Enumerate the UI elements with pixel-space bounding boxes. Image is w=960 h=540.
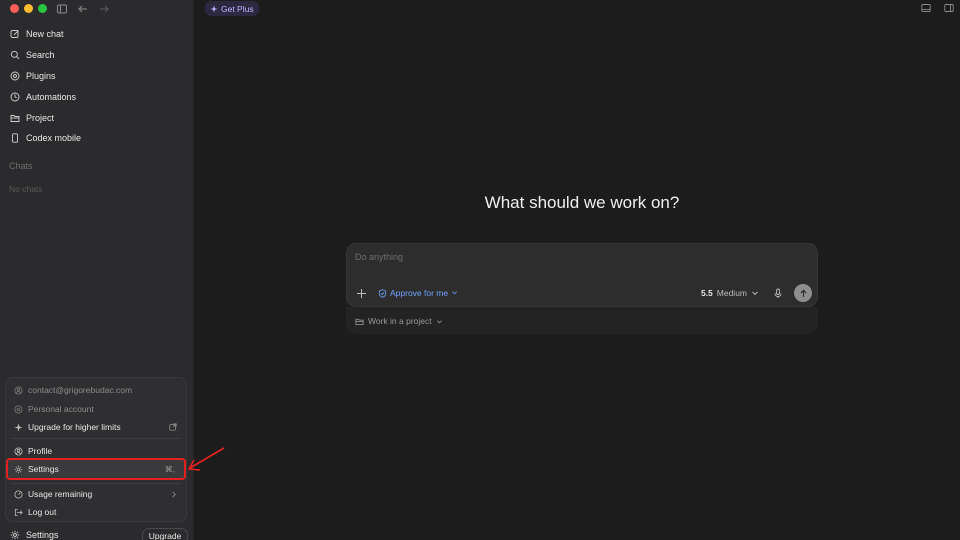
folder-icon [355,317,364,326]
sidebar-item-label: Plugins [26,70,56,81]
approval-mode-select[interactable]: Approve for me [378,288,460,298]
gear-icon [14,465,23,474]
gear-icon [10,530,20,540]
account-email: contact@grigorebudac.com [28,385,133,395]
annotation-arrow-icon [187,447,225,471]
toggle-sidebar-icon[interactable] [56,3,68,15]
window-toolbar [921,3,954,13]
project-select[interactable]: Work in a project [355,316,443,326]
search-icon [10,50,20,60]
sidebar-item-codex-mobile[interactable]: Codex mobile [0,128,193,149]
sidebar-item-search[interactable]: Search [0,45,193,66]
settings-shortcut: ⌘, [164,464,175,474]
upgrade-limits-item[interactable]: Upgrade for higher limits [6,418,186,436]
minimize-window-button[interactable] [24,4,33,13]
forward-arrow-icon[interactable] [98,3,110,15]
shield-icon [378,288,387,298]
usage-remaining-label: Usage remaining [28,489,93,499]
upgrade-button[interactable]: Upgrade [142,528,188,540]
chevron-down-icon [751,289,759,297]
sidebar-toolbar [56,3,110,15]
account-circle-icon [14,385,23,395]
folder-icon [10,113,20,123]
microphone-icon[interactable] [773,288,783,299]
prompt-input[interactable] [355,252,785,262]
page-title: What should we work on? [484,193,680,212]
phone-icon [10,133,20,144]
sidebar-item-label: Codex mobile [26,133,82,144]
profile-item[interactable]: Profile [6,442,186,460]
side-panel-icon[interactable] [944,3,954,13]
sidebar-item-new-chat[interactable]: New chat [0,24,193,45]
sidebar-item-project[interactable]: Project [0,107,193,128]
sidebar-nav: New chat Search Plugins Automations Proj… [0,24,193,149]
get-plus-button[interactable]: Get Plus [205,1,259,16]
terminal-panel-icon[interactable] [921,3,931,13]
account-type-row: Personal account [6,400,186,418]
close-window-button[interactable] [10,4,19,13]
back-arrow-icon[interactable] [77,3,89,15]
settings-label: Settings [28,464,59,474]
chats-empty-label: No chats [9,184,43,194]
gauge-icon [14,489,23,499]
external-link-icon [169,423,177,431]
account-type-icon [14,404,23,414]
usage-remaining-item[interactable]: Usage remaining [6,485,186,503]
settings-item[interactable]: Settings ⌘, [6,458,186,480]
sidebar-item-plugins[interactable]: Plugins [0,66,193,87]
sparkle-icon [14,422,23,432]
model-version: 5.5 [700,288,713,298]
model-select[interactable]: 5.5 Medium [701,288,759,298]
add-attachment-icon[interactable] [356,288,367,299]
logout-item[interactable]: Log out [6,503,186,521]
chevron-down-icon [436,318,443,325]
logout-label: Log out [28,507,57,517]
chevron-right-icon [170,491,177,498]
menu-divider [12,438,180,439]
composer: Approve for me 5.5 Medium [346,243,818,307]
plugins-icon [10,71,20,81]
approval-mode-label: Approve for me [390,288,449,298]
chats-section-label: Chats [9,161,33,171]
clock-icon [10,92,20,102]
sidebar-item-label: Automations [26,91,77,102]
account-email-row: contact@grigorebudac.com [6,381,186,399]
sidebar-item-label: Search [26,50,55,61]
edit-icon [10,29,20,39]
menu-divider [12,483,180,484]
get-plus-label: Get Plus [221,3,254,14]
project-bar: Work in a project [346,307,818,334]
window-controls [10,4,47,13]
account-type: Personal account [28,404,94,414]
logout-icon [14,508,23,517]
profile-label: Profile [28,446,53,456]
profile-icon [14,446,23,456]
sidebar-item-label: New chat [26,29,64,40]
sidebar-item-label: Project [26,112,55,123]
chevron-down-icon [451,289,460,298]
sidebar: New chat Search Plugins Automations Proj… [0,0,194,540]
maximize-window-button[interactable] [38,4,47,13]
bottom-settings-label: Settings [26,530,59,540]
model-effort: Medium [716,288,747,298]
project-select-label: Work in a project [368,316,432,326]
sidebar-item-automations[interactable]: Automations [0,86,193,107]
account-menu: contact@grigorebudac.com Personal accoun… [5,377,187,522]
arrow-up-icon [799,289,808,298]
upgrade-limits-label: Upgrade for higher limits [28,422,121,432]
sparkle-icon [210,4,218,13]
send-button[interactable] [794,284,812,302]
